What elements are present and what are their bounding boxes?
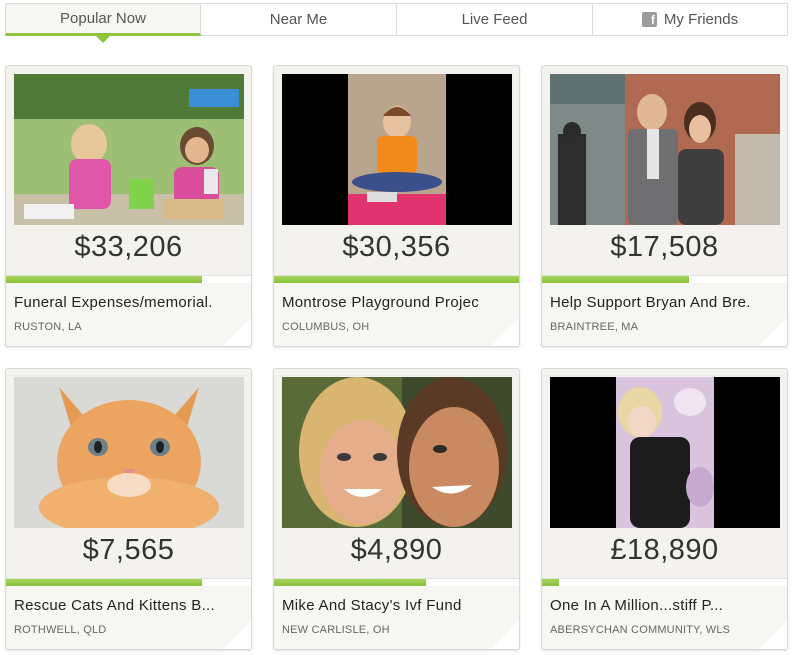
campaign-card[interactable]: $30,356 Montrose Playground Projec COLUM… bbox=[273, 65, 520, 347]
campaign-card[interactable]: $7,565 Rescue Cats And Kittens B... ROTH… bbox=[5, 368, 252, 650]
card-info: Mike And Stacy's Ivf Fund NEW CARLISLE, … bbox=[274, 586, 519, 649]
campaign-title[interactable]: Funeral Expenses/memorial. bbox=[14, 294, 246, 311]
campaign-location: NEW CARLISLE, OH bbox=[282, 624, 390, 636]
card-info: Help Support Bryan And Bre. BRAINTREE, M… bbox=[542, 283, 787, 346]
tab-bar: Popular Now Near Me Live Feed f My Frien… bbox=[5, 3, 788, 43]
progress-bar bbox=[274, 578, 519, 586]
campaign-title[interactable]: Mike And Stacy's Ivf Fund bbox=[282, 597, 514, 614]
page-curl-corner bbox=[221, 621, 251, 649]
page-curl-corner bbox=[757, 621, 787, 649]
campaign-location: ROTHWELL, QLD bbox=[14, 624, 107, 636]
campaign-location: BRAINTREE, MA bbox=[550, 321, 639, 333]
tab-near-me[interactable]: Near Me bbox=[201, 3, 397, 36]
campaign-card[interactable]: $17,508 Help Support Bryan And Bre. BRAI… bbox=[541, 65, 788, 347]
card-info: Rescue Cats And Kittens B... ROTHWELL, Q… bbox=[6, 586, 251, 649]
amount-raised: $30,356 bbox=[342, 231, 451, 263]
tab-label: Live Feed bbox=[461, 11, 528, 28]
campaign-title[interactable]: Help Support Bryan And Bre. bbox=[550, 294, 782, 311]
tab-label: Popular Now bbox=[60, 10, 146, 27]
progress-bar bbox=[542, 578, 787, 586]
amount-raised: $7,565 bbox=[82, 534, 175, 566]
campaign-title[interactable]: Rescue Cats And Kittens B... bbox=[14, 597, 246, 614]
progress-fill bbox=[6, 579, 202, 586]
tab-my-friends[interactable]: f My Friends bbox=[593, 3, 788, 36]
card-info: Funeral Expenses/memorial. RUSTON, LA bbox=[6, 283, 251, 346]
campaign-location: COLUMBUS, OH bbox=[282, 321, 370, 333]
amount-raised: $17,508 bbox=[610, 231, 719, 263]
two-girls-picnic-photo[interactable] bbox=[14, 74, 244, 225]
page-curl-corner bbox=[221, 318, 251, 346]
progress-bar bbox=[6, 275, 251, 283]
card-info: Montrose Playground Projec COLUMBUS, OH bbox=[274, 283, 519, 346]
boy-sitting-photo[interactable] bbox=[282, 74, 512, 225]
campaign-location: ABERSYCHAN COMMUNITY, WLS bbox=[550, 624, 731, 636]
card-info: One In A Million...stiff P... ABERSYCHAN… bbox=[542, 586, 787, 649]
progress-bar bbox=[542, 275, 787, 283]
page-curl-corner bbox=[489, 318, 519, 346]
amount-raised: $4,890 bbox=[350, 534, 443, 566]
tab-popular-now[interactable]: Popular Now bbox=[5, 3, 201, 43]
page-curl-corner bbox=[757, 318, 787, 346]
progress-fill bbox=[274, 276, 519, 283]
progress-fill bbox=[542, 579, 560, 586]
orange-kitten-photo[interactable] bbox=[14, 377, 244, 528]
progress-fill bbox=[542, 276, 689, 283]
couple-at-event-photo[interactable] bbox=[550, 74, 780, 225]
progress-fill bbox=[274, 579, 426, 586]
progress-fill bbox=[6, 276, 202, 283]
campaign-card[interactable]: $33,206 Funeral Expenses/memorial. RUSTO… bbox=[5, 65, 252, 347]
tab-live-feed[interactable]: Live Feed bbox=[397, 3, 593, 36]
amount-raised: £18,890 bbox=[610, 534, 719, 566]
progress-bar bbox=[274, 275, 519, 283]
campaign-title[interactable]: Montrose Playground Projec bbox=[282, 294, 514, 311]
tab-label: Near Me bbox=[269, 11, 328, 28]
tab-label: My Friends bbox=[663, 11, 739, 28]
facebook-icon: f bbox=[641, 12, 657, 27]
smiling-couple-photo[interactable] bbox=[282, 377, 512, 528]
campaign-location: RUSTON, LA bbox=[14, 321, 82, 333]
page-curl-corner bbox=[489, 621, 519, 649]
campaign-card[interactable]: £18,890 One In A Million...stiff P... AB… bbox=[541, 368, 788, 650]
woman-portrait-photo[interactable] bbox=[550, 377, 780, 528]
progress-bar bbox=[6, 578, 251, 586]
campaign-title[interactable]: One In A Million...stiff P... bbox=[550, 597, 782, 614]
campaign-card[interactable]: $4,890 Mike And Stacy's Ivf Fund NEW CAR… bbox=[273, 368, 520, 650]
amount-raised: $33,206 bbox=[74, 231, 183, 263]
